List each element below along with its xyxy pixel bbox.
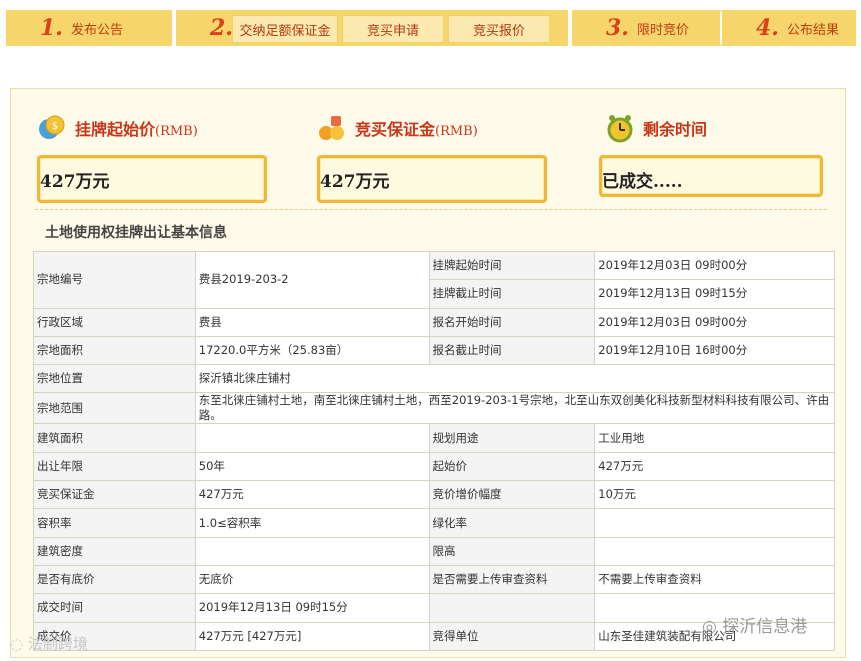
value-term: 50年 (194, 451, 430, 482)
phone-icon: ◌ (10, 635, 28, 653)
value-deposit: 427万元 (194, 480, 430, 510)
key-building-density: 建筑密度 (33, 536, 196, 566)
value-reserve-price: 无底价 (194, 564, 430, 595)
key-region: 行政区域 (33, 307, 196, 337)
table-row: 容积率 1.0≤容积率 绿化率 (33, 508, 835, 538)
key-start-price: 起始价 (428, 451, 596, 482)
value-registration-start: 2019年12月03日 09时00分 (594, 307, 835, 337)
watermark-text: 探沂信息港 (722, 617, 808, 637)
value-start-price: 427万元 (594, 451, 835, 482)
land-info-panel: $ 挂牌起始价(RMB) 竞买保证金(RMB) 剩余时间 427万元 427万元… (10, 88, 846, 658)
substep-bid-quote[interactable]: 竞买报价 (448, 15, 550, 43)
table-row: 建筑面积 规划用途 工业用地 (33, 423, 835, 453)
watermark-left: ◌ 法制跨境 (10, 633, 88, 654)
table-row: 宗地编号 费县2019-203-2 挂牌起始时间 2019年12月03日 09时… (33, 250, 835, 309)
watermark-right: ◎ 探沂信息港 (702, 612, 807, 637)
table-row: 竞买保证金 427万元 竞价增价幅度 10万元 (33, 480, 835, 510)
step-label: 发布公告 (70, 22, 123, 38)
alarm-clock-icon (607, 115, 633, 143)
value-deal-time: 2019年12月13日 09时15分 (194, 593, 430, 623)
value-planned-use: 工业用地 (594, 423, 835, 453)
step-timed-bidding[interactable]: 3. 限时竞价 (572, 10, 722, 46)
key-planned-use: 规划用途 (428, 423, 596, 453)
table-row: 宗地范围 东至北徕庄铺村土地，南至北徕庄铺村土地，西至2019-203-1号宗地… (33, 392, 836, 425)
deposit-header: 竞买保证金(RMB) (317, 113, 478, 143)
key-upload-required: 是否需要上传审查资料 (428, 564, 596, 595)
key-height-limit: 限高 (428, 536, 596, 566)
value-increment: 10万元 (594, 480, 835, 510)
value-region: 费县 (194, 307, 430, 337)
divider (35, 209, 827, 210)
key-location: 宗地位置 (33, 364, 196, 394)
value-height-limit (594, 536, 835, 566)
value-area: 17220.0平方米（25.83亩） (194, 335, 430, 366)
substep-pay-deposit[interactable]: 交纳足额保证金 (232, 15, 338, 43)
step-number: 4. (756, 15, 779, 41)
key-empty (428, 593, 596, 623)
key-deposit: 竞买保证金 (33, 480, 196, 510)
step-publish-notice[interactable]: 1. 发布公告 (6, 10, 172, 46)
deposit-value: 427万元 (317, 155, 547, 203)
card-title: 竞买保证金 (355, 120, 436, 139)
value-plot-ratio: 1.0≤容积率 (194, 508, 430, 538)
key-boundary: 宗地范围 (33, 392, 196, 425)
progress-steps: 1. 发布公告 2. 交纳足额保证金 竞买申请 竞买报价 3. 限时竞价 4. … (0, 0, 861, 58)
key-parcel-number: 宗地编号 (33, 251, 196, 309)
card-unit: (RMB) (155, 124, 198, 139)
key-registration-start: 报名开始时间 (428, 307, 596, 337)
substep-bid-apply[interactable]: 竞买申请 (342, 15, 444, 43)
remaining-time-header: 剩余时间 (605, 113, 707, 143)
key-reserve-price: 是否有底价 (33, 564, 196, 595)
value-parcel-number: 费县2019-203-2 (194, 251, 430, 309)
svg-text:$: $ (52, 121, 58, 132)
table-row: 宗地位置 探沂镇北徕庄铺村 (33, 364, 836, 394)
key-plot-ratio: 容积率 (33, 508, 196, 538)
card-title: 剩余时间 (643, 120, 708, 139)
remaining-time-value: 已成交..... (599, 155, 823, 197)
key-listing-end: 挂牌截止时间 (428, 279, 596, 309)
table-row: 出让年限 50年 起始价 427万元 (33, 451, 835, 482)
key-listing-start: 挂牌起始时间 (428, 250, 596, 281)
step-number: 2. (210, 15, 233, 41)
table-row: 宗地面积 17220.0平方米（25.83亩） 报名截止时间 2019年12月1… (33, 335, 835, 366)
step-number: 3. (606, 15, 629, 41)
key-increment: 竞价增价幅度 (428, 480, 596, 510)
value-boundary: 东至北徕庄铺村土地，南至北徕庄铺村土地，西至2019-203-1号宗地，北至山东… (194, 392, 836, 425)
step-number: 1. (40, 15, 63, 41)
value-upload-required: 不需要上传审查资料 (594, 564, 835, 595)
step-publish-result[interactable]: 4. 公布结果 (722, 10, 856, 46)
key-term: 出让年限 (33, 451, 196, 482)
value-building-area (194, 423, 430, 453)
key-area: 宗地面积 (33, 335, 196, 366)
table-row: 行政区域 费县 报名开始时间 2019年12月03日 09时00分 (33, 307, 835, 337)
value-listing-start: 2019年12月03日 09时00分 (594, 250, 835, 281)
card-unit: (RMB) (435, 124, 478, 139)
value-green-ratio (594, 508, 835, 538)
coins-icon: $ (39, 115, 65, 139)
value-location: 探沂镇北徕庄铺村 (194, 364, 836, 394)
key-registration-end: 报名截止时间 (428, 335, 596, 366)
key-green-ratio: 绿化率 (428, 508, 596, 538)
section-title: 土地使用权挂牌出让基本信息 (45, 225, 227, 241)
value-deal-price: 427万元 [427万元] (194, 621, 430, 651)
table-row: 是否有底价 无底价 是否需要上传审查资料 不需要上传审查资料 (33, 564, 835, 595)
key-deal-time: 成交时间 (33, 593, 196, 623)
key-winner: 竞得单位 (428, 621, 596, 651)
value-listing-end: 2019年12月13日 09时15分 (594, 279, 835, 309)
card-title: 挂牌起始价 (75, 120, 156, 139)
start-price-value: 427万元 (37, 155, 267, 203)
money-bag-icon (319, 116, 344, 140)
land-info-table: 宗地编号 费县2019-203-2 挂牌起始时间 2019年12月03日 09时… (33, 250, 836, 651)
watermark-text: 法制跨境 (27, 635, 88, 653)
value-registration-end: 2019年12月10日 16时00分 (594, 335, 835, 366)
start-price-header: $ 挂牌起始价(RMB) (37, 113, 198, 143)
table-row: 建筑密度 限高 (33, 536, 835, 566)
wechat-icon: ◎ (702, 617, 723, 637)
key-building-area: 建筑面积 (33, 423, 196, 453)
value-building-density (194, 536, 430, 566)
step-label: 公布结果 (786, 22, 839, 38)
step-label: 限时竞价 (636, 22, 689, 38)
